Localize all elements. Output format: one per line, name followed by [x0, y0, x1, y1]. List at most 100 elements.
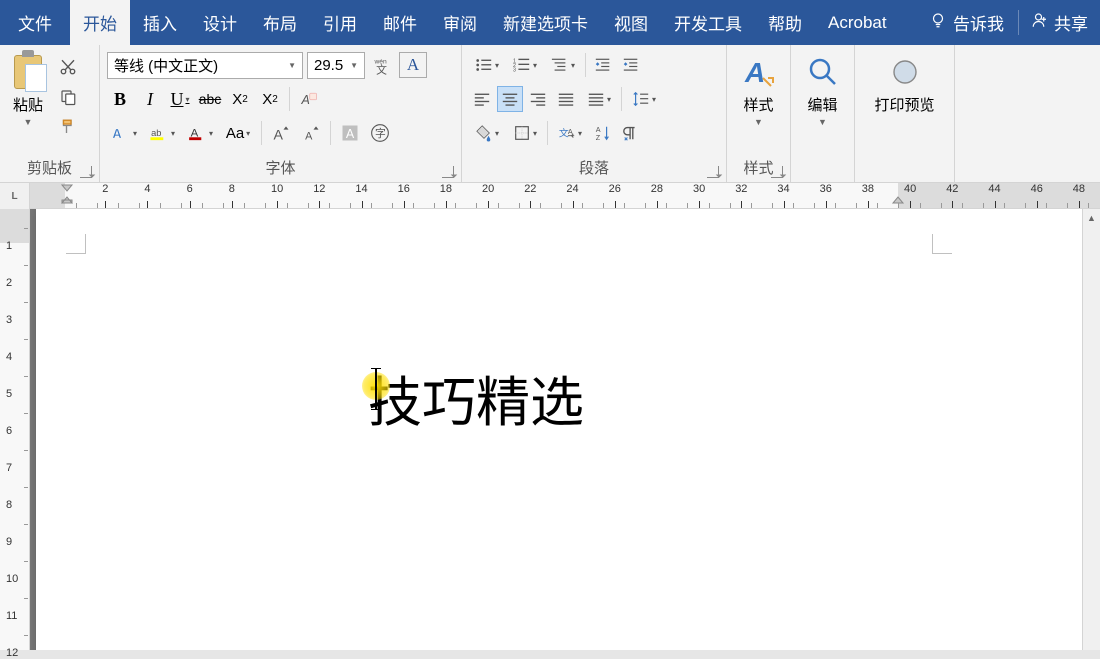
vertical-ruler[interactable]: 123456789101112	[0, 209, 30, 650]
tab-view[interactable]: 视图	[601, 0, 661, 45]
indent-marker-right-icon[interactable]	[891, 183, 901, 193]
clipboard-launcher-icon[interactable]	[80, 166, 92, 178]
italic-button[interactable]: I	[137, 86, 163, 112]
strikethrough-button[interactable]: abc	[197, 86, 223, 112]
paste-label: 粘贴	[13, 94, 43, 115]
group-editing: 编辑 ▼	[791, 45, 855, 182]
paste-button[interactable]: 粘贴 ▼	[5, 48, 51, 158]
svg-text:A: A	[346, 127, 355, 141]
menu-tabs: 文件 开始 插入 设计 布局 引用 邮件 审阅 新建选项卡 视图 开发工具 帮助…	[0, 0, 1100, 45]
font-color-button[interactable]: A▾	[183, 120, 217, 146]
tab-file[interactable]: 文件	[0, 0, 70, 45]
document-viewport[interactable]: 技巧精选 ▲	[30, 209, 1100, 650]
tab-devtools[interactable]: 开发工具	[661, 0, 755, 45]
font-name-value: 等线 (中文正文)	[114, 55, 218, 76]
tab-acrobat[interactable]: Acrobat	[815, 0, 900, 45]
line-spacing-button[interactable]: ▾	[626, 86, 662, 112]
underline-button[interactable]: U▾	[167, 86, 193, 112]
tell-me-box[interactable]: 告诉我	[915, 10, 1018, 35]
svg-text:A: A	[301, 93, 310, 107]
share-label: 共享	[1054, 10, 1088, 35]
numbering-button[interactable]: 123▾	[507, 52, 543, 78]
cut-button[interactable]	[57, 56, 79, 78]
svg-text:A: A	[744, 57, 765, 88]
change-case-button[interactable]: Aa▾	[221, 120, 255, 146]
tab-mailings[interactable]: 邮件	[370, 0, 430, 45]
align-justify-button[interactable]	[553, 86, 579, 112]
chevron-down-icon: ▼	[288, 61, 296, 70]
subscript-button[interactable]: X2	[227, 86, 253, 112]
align-center-button[interactable]	[497, 86, 523, 112]
svg-text:文: 文	[376, 62, 387, 75]
align-right-button[interactable]	[525, 86, 551, 112]
svg-text:字: 字	[375, 126, 386, 140]
tab-home[interactable]: 开始	[70, 0, 130, 45]
styles-button[interactable]: A 样式 ▼	[732, 48, 785, 158]
document-text[interactable]: 技巧精选	[368, 358, 584, 437]
paragraph-launcher-icon[interactable]	[707, 166, 719, 178]
grow-font-button[interactable]: A	[268, 120, 294, 146]
tab-layout[interactable]: 布局	[250, 0, 310, 45]
increase-indent-button[interactable]	[618, 52, 644, 78]
shrink-font-button[interactable]: A	[298, 120, 324, 146]
clipboard-group-label: 剪贴板	[5, 158, 94, 180]
document-page: 技巧精选	[36, 209, 1098, 650]
editing-label: 编辑	[807, 94, 837, 115]
font-name-combobox[interactable]: 等线 (中文正文) ▼	[107, 52, 303, 79]
clear-formatting-button[interactable]: A	[296, 86, 322, 112]
person-share-icon	[1031, 11, 1049, 34]
margin-corner-tr	[932, 234, 952, 254]
sort-button[interactable]: AZ	[590, 120, 616, 146]
indent-marker-left-icon[interactable]	[60, 183, 70, 193]
font-launcher-icon[interactable]	[442, 166, 454, 178]
group-font: 等线 (中文正文) ▼ 29.5 ▼ wén文 A B I U▾	[100, 45, 462, 182]
scroll-up-icon[interactable]: ▲	[1083, 209, 1100, 227]
ribbon: 粘贴 ▼ 剪贴板 等线 (中文正文)	[0, 45, 1100, 183]
print-preview-icon	[887, 54, 923, 90]
character-shading-button[interactable]: A	[337, 120, 363, 146]
phonetic-guide-button[interactable]: wén文	[369, 52, 395, 78]
asian-layout-button[interactable]: 文A▾	[552, 120, 588, 146]
show-marks-button[interactable]	[618, 120, 644, 146]
editing-button[interactable]: 编辑 ▼	[796, 48, 849, 158]
align-left-button[interactable]	[469, 86, 495, 112]
tell-me-label: 告诉我	[953, 10, 1004, 35]
multilevel-list-button[interactable]: ▾	[545, 52, 581, 78]
horizontal-ruler[interactable]: 2468101214161820222426283032343638404244…	[30, 183, 1100, 209]
tab-help[interactable]: 帮助	[755, 0, 815, 45]
paste-dropdown-icon[interactable]: ▼	[24, 117, 33, 127]
margin-corner-tl	[66, 234, 86, 254]
tab-new[interactable]: 新建选项卡	[490, 0, 601, 45]
text-effects-button[interactable]: A▾	[107, 120, 141, 146]
share-button[interactable]: 共享	[1018, 10, 1100, 35]
copy-button[interactable]	[57, 86, 79, 108]
svg-text:Z: Z	[596, 133, 601, 142]
styles-group-label: 样式	[732, 158, 785, 180]
superscript-button[interactable]: X2	[257, 86, 283, 112]
print-preview-button[interactable]: 打印预览	[860, 48, 949, 158]
bullets-button[interactable]: ▾	[469, 52, 505, 78]
borders-button[interactable]: ▾	[507, 120, 543, 146]
enclose-characters-button[interactable]: 字	[367, 120, 393, 146]
highlight-button[interactable]: ab▾	[145, 120, 179, 146]
print-preview-label: 打印预览	[874, 94, 934, 115]
tab-references[interactable]: 引用	[310, 0, 370, 45]
tab-design[interactable]: 设计	[190, 0, 250, 45]
distributed-button[interactable]: ▾	[581, 86, 617, 112]
character-border-button[interactable]: A	[399, 52, 427, 78]
paragraph-group-label: 段落	[467, 158, 721, 180]
group-styles: A 样式 ▼ 样式	[727, 45, 791, 182]
chevron-down-icon: ▼	[350, 61, 358, 70]
group-paragraph: ▾ 123▾ ▾ ▾ ▾ ▾ ▾	[462, 45, 727, 182]
styles-launcher-icon[interactable]	[771, 166, 783, 178]
tab-review[interactable]: 审阅	[430, 0, 490, 45]
svg-text:A: A	[305, 131, 313, 143]
group-clipboard: 粘贴 ▼ 剪贴板	[0, 45, 100, 182]
decrease-indent-button[interactable]	[590, 52, 616, 78]
shading-button[interactable]: ▾	[469, 120, 505, 146]
vertical-scrollbar[interactable]: ▲	[1082, 209, 1100, 650]
format-painter-button[interactable]	[57, 116, 79, 138]
font-size-combobox[interactable]: 29.5 ▼	[307, 52, 365, 79]
tab-insert[interactable]: 插入	[130, 0, 190, 45]
bold-button[interactable]: B	[107, 86, 133, 112]
